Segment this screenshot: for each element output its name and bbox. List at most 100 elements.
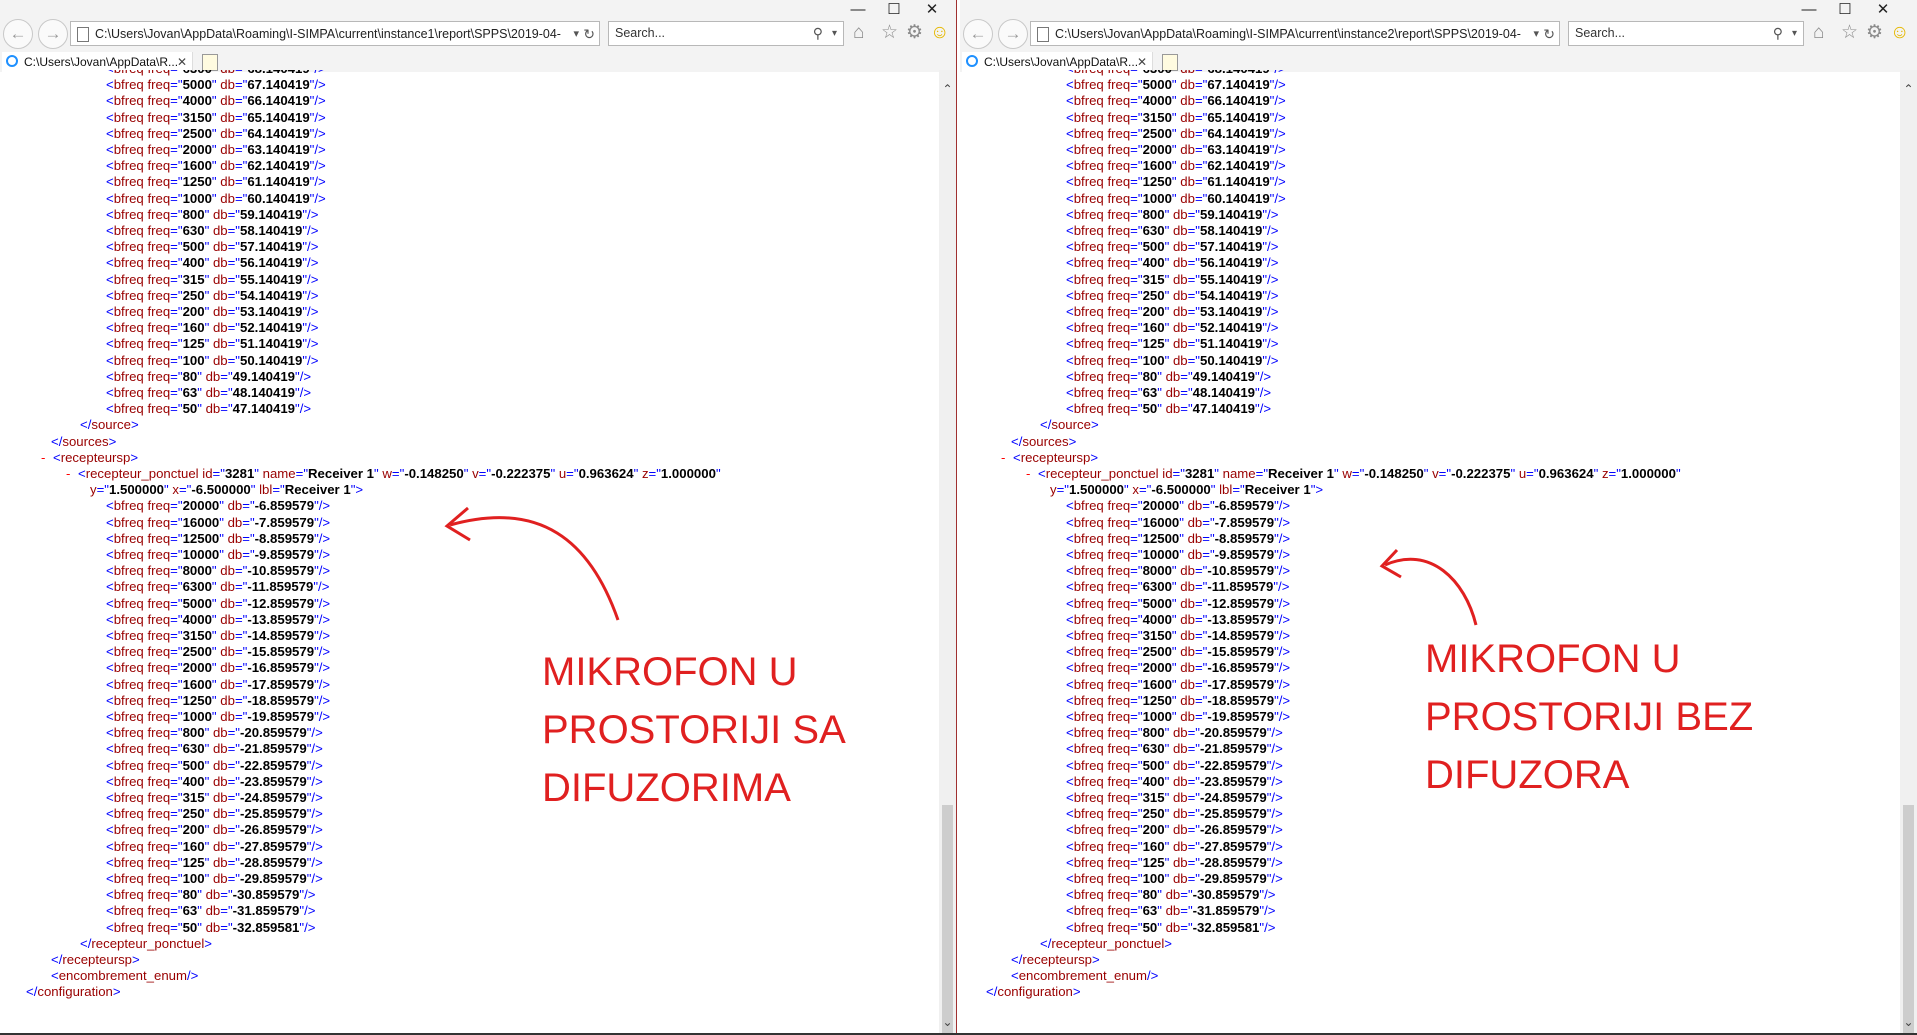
tab-document[interactable]: C:\Users\Jovan\AppData\R... ✕ <box>2 52 193 72</box>
collapse-toggle[interactable]: - <box>1001 450 1005 466</box>
xml-punct: =" <box>1130 223 1143 238</box>
xml-attr-name: freq <box>147 514 171 530</box>
xml-tag: bfreq <box>1073 692 1104 708</box>
smiley-icon[interactable]: ☺ <box>930 22 949 44</box>
back-button[interactable]: ← <box>963 19 993 49</box>
refresh-icon[interactable]: ↻ <box>1543 22 1555 45</box>
back-button[interactable]: ← <box>3 19 33 49</box>
xml-attr-name: db <box>220 77 235 93</box>
search-icon[interactable]: ⚲ <box>813 22 823 45</box>
tab-close-icon[interactable]: ✕ <box>177 52 187 72</box>
address-bar[interactable]: C:\Users\Jovan\AppData\Roaming\I-SIMPA\c… <box>70 21 600 46</box>
xml-punct: =" <box>1130 174 1143 190</box>
xml-punct: =" <box>1187 790 1200 805</box>
xml-attr-value: 630 <box>182 741 205 757</box>
chevron-down-icon[interactable]: ▾ <box>1792 22 1797 45</box>
vertical-scrollbar[interactable]: ⌃ ⌄ <box>939 70 956 1035</box>
search-box[interactable]: Search... ⚲ ▾ <box>608 21 844 46</box>
collapse-toggle[interactable]: - <box>1026 466 1030 482</box>
scroll-down-icon[interactable]: ⌄ <box>939 1015 956 1029</box>
xml-attr-value: 80 <box>1142 887 1158 903</box>
tab-document[interactable]: C:\Users\Jovan\AppData\R... ✕ <box>962 52 1153 72</box>
xml-attr-name: db <box>1180 692 1195 708</box>
scroll-down-icon[interactable]: ⌄ <box>1900 1015 1917 1029</box>
vertical-scrollbar[interactable]: ⌃ ⌄ <box>1900 70 1917 1035</box>
home-icon[interactable]: ⌂ <box>1813 22 1824 44</box>
maximize-button[interactable]: ☐ <box>876 0 912 20</box>
minimize-button[interactable]: — <box>1791 0 1827 20</box>
address-bar[interactable]: C:\Users\Jovan\AppData\Roaming\I-SIMPA\c… <box>1030 21 1560 46</box>
scroll-up-icon[interactable]: ⌃ <box>1900 82 1917 96</box>
new-tab-button[interactable] <box>1162 54 1178 71</box>
search-placeholder[interactable]: Search... <box>1575 22 1625 45</box>
xml-attr-value: 58.140419 <box>1200 223 1263 238</box>
xml-punct: =" <box>170 255 183 271</box>
xml-punct: /> <box>1278 692 1291 708</box>
search-box[interactable]: Search... ⚲ ▾ <box>1568 21 1804 46</box>
xml-attr-value: 65.140419 <box>247 109 310 125</box>
close-button[interactable]: ✕ <box>914 0 950 20</box>
xml-attr-value: 1000 <box>182 190 212 206</box>
xml-punct: < <box>1066 125 1074 141</box>
scroll-thumb[interactable] <box>1903 805 1914 1035</box>
xml-bfreq-line: <bfreq freq="500" db="57.140419"/> <box>106 239 318 255</box>
xml-punct: =" <box>1194 595 1208 611</box>
xml-attr-name: freq <box>147 385 171 400</box>
chevron-down-icon[interactable]: ▾ <box>1533 22 1539 45</box>
xml-punct: /> <box>1267 352 1279 368</box>
xml-punct: /> <box>318 628 331 643</box>
chevron-down-icon[interactable]: ▾ <box>573 22 579 45</box>
xml-attr-name: db <box>205 385 221 400</box>
forward-button[interactable]: → <box>998 19 1028 49</box>
collapse-toggle[interactable]: - <box>41 450 45 466</box>
scroll-up-icon[interactable]: ⌃ <box>939 82 956 96</box>
maximize-button[interactable]: ☐ <box>1827 0 1863 20</box>
xml-punct: =" <box>170 806 183 822</box>
scroll-thumb[interactable] <box>942 805 953 1035</box>
xml-tag: bfreq <box>1073 530 1104 546</box>
star-icon[interactable]: ☆ <box>1841 22 1858 44</box>
xml-attr-value: 400 <box>182 255 205 271</box>
xml-punct: =" <box>170 401 183 417</box>
xml-attr-value: -16.859579 <box>1207 660 1275 676</box>
browser-window-right: — ☐ ✕ ← → C:\Users\Jovan\AppData\Roaming… <box>960 0 1917 1035</box>
xml-punct: /> <box>311 757 323 773</box>
search-icon[interactable]: ⚲ <box>1773 22 1783 45</box>
xml-punct: =" <box>170 919 183 935</box>
xml-punct: < <box>1066 190 1074 206</box>
home-icon[interactable]: ⌂ <box>853 22 864 44</box>
xml-punct: =" <box>1608 466 1621 481</box>
close-button[interactable]: ✕ <box>1865 0 1901 20</box>
tab-close-icon[interactable]: ✕ <box>1137 52 1147 72</box>
xml-tag: bfreq <box>1073 579 1104 595</box>
xml-bfreq-line: <bfreq freq="3150" db="-14.859579"/> <box>1066 628 1290 644</box>
star-icon[interactable]: ☆ <box>881 22 898 44</box>
xml-attr-value: 250 <box>182 287 205 303</box>
xml-punct: =" <box>1130 854 1143 870</box>
xml-tag: bfreq <box>1073 109 1104 125</box>
xml-punct: =" <box>170 70 182 76</box>
minimize-button[interactable]: — <box>840 0 876 20</box>
xml-punct: < <box>106 741 114 757</box>
address-text[interactable]: C:\Users\Jovan\AppData\Roaming\I-SIMPA\c… <box>1055 22 1521 45</box>
xml-empty-tag: <encombrement_enum/> <box>51 968 198 984</box>
gear-icon[interactable]: ⚙ <box>906 22 923 44</box>
new-tab-button[interactable] <box>202 54 218 71</box>
xml-punct: =" <box>227 206 240 222</box>
xml-punct: " <box>1171 709 1177 724</box>
xml-bfreq-line: <bfreq freq="1600" db="-17.859579"/> <box>1066 677 1290 693</box>
collapse-toggle[interactable]: - <box>66 466 70 482</box>
chevron-down-icon[interactable]: ▾ <box>832 22 837 45</box>
xml-punct: < <box>106 368 114 384</box>
search-placeholder[interactable]: Search... <box>615 22 665 45</box>
gear-icon[interactable]: ⚙ <box>1866 22 1883 44</box>
xml-open-tag: <recepteur_ponctuel id="3281" name="Rece… <box>78 466 721 482</box>
xml-attr-value: -16.859579 <box>247 660 315 676</box>
refresh-icon[interactable]: ↻ <box>583 22 595 45</box>
address-text[interactable]: C:\Users\Jovan\AppData\Roaming\I-SIMPA\c… <box>95 22 561 45</box>
xml-bfreq-line: <bfreq freq="200" db="53.140419"/> <box>106 304 318 320</box>
xml-attr-value: 54.140419 <box>240 287 303 303</box>
xml-attr-name: db <box>1172 806 1188 822</box>
smiley-icon[interactable]: ☺ <box>1890 22 1909 44</box>
forward-button[interactable]: → <box>38 19 68 49</box>
